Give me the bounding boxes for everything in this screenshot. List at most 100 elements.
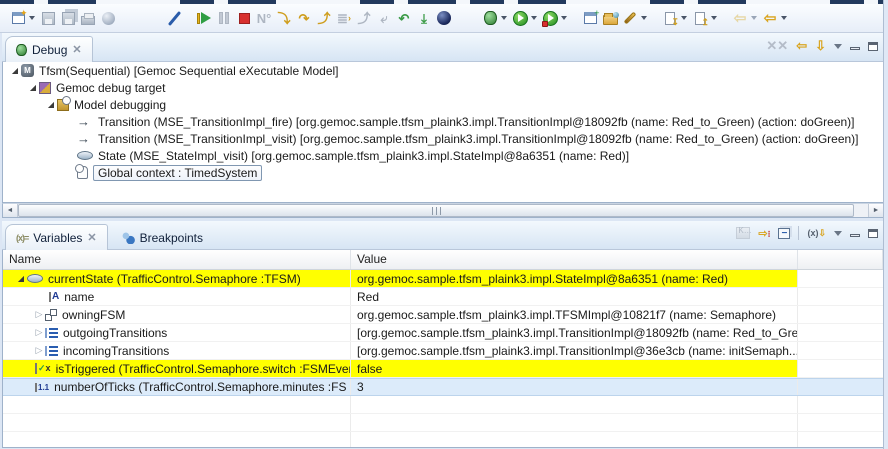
column-header-name[interactable]: Name: [3, 250, 351, 269]
drop-to-frame-icon[interactable]: ⤴: [354, 8, 374, 28]
scroll-left-icon[interactable]: ◄: [3, 204, 18, 217]
variable-name: numberOfTicks (TrafficControl.Semaphore.…: [54, 380, 346, 394]
launch-ball-icon[interactable]: [98, 8, 118, 28]
variables-minimize-icon[interactable]: [850, 234, 860, 237]
variables-tabbar: (x)= Variables ✕ Breakpoints ⇨⁝ − (x)⇩: [2, 221, 884, 250]
suspend-icon[interactable]: [214, 8, 234, 28]
debug-view: Debug ✕ ✕✕ ⇦ ⇩ ◢ M Tfsm(Sequential) [Gem…: [2, 33, 884, 218]
debug-launch-dropdown-icon[interactable]: [501, 16, 507, 20]
expander-closed-icon[interactable]: ▷: [33, 345, 45, 356]
terminate-icon[interactable]: [234, 8, 254, 28]
table-row[interactable]: ▷ incomingTransitions [org.gemoc.sample.…: [3, 342, 883, 360]
skip-all-breakpoints-icon[interactable]: [164, 8, 184, 28]
step-forward-icon[interactable]: ⇩: [815, 38, 826, 54]
tab-variables[interactable]: (x)= Variables ✕: [5, 224, 108, 250]
step-over-icon[interactable]: ↷: [294, 8, 314, 28]
debug-launch-icon[interactable]: [480, 8, 500, 28]
variables-view-menu-icon[interactable]: [834, 231, 842, 236]
run-launch-dropdown-icon[interactable]: [531, 16, 537, 20]
external-tools-icon[interactable]: [540, 8, 560, 28]
save-icon[interactable]: [38, 8, 58, 28]
disconnect-icon[interactable]: N°: [254, 8, 274, 28]
tree-row[interactable]: ◢ Model debugging: [3, 96, 883, 113]
variables-table: Name Value ◢ currentState (TrafficContro…: [2, 250, 884, 448]
tree-row selected[interactable]: Global context : TimedSystem: [3, 164, 883, 181]
forward-nav-dropdown-icon[interactable]: [751, 16, 757, 20]
redo-step-icon[interactable]: ⤓: [414, 8, 434, 28]
expander-open-icon[interactable]: ◢: [45, 100, 57, 109]
column-header-value[interactable]: Value: [351, 250, 798, 269]
external-tools-dropdown-icon[interactable]: [561, 16, 567, 20]
forward-nav-icon[interactable]: ⇦: [730, 8, 750, 28]
expander-closed-icon[interactable]: ▷: [33, 309, 45, 320]
variable-name: name: [64, 290, 94, 304]
variable-value: org.gemoc.sample.tfsm_plaink3.impl.State…: [357, 272, 728, 286]
remove-all-terminated-icon[interactable]: ✕✕: [766, 38, 788, 54]
print-icon[interactable]: [78, 8, 98, 28]
debug-tree: ◢ M Tfsm(Sequential) [Gemoc Sequential e…: [2, 62, 884, 203]
expander-closed-icon[interactable]: ▷: [33, 327, 45, 338]
expander-open-icon[interactable]: ◢: [27, 83, 39, 92]
step-into-icon[interactable]: ⤵: [274, 8, 294, 28]
back-nav-icon[interactable]: ⇦: [760, 8, 780, 28]
debug-view-menu-icon[interactable]: [834, 44, 842, 49]
step-backward-icon[interactable]: ⇦: [796, 38, 807, 54]
show-type-names-icon[interactable]: [736, 227, 750, 239]
table-row[interactable]: ▷ owningFSM org.gemoc.sample.tfsm_plaink…: [3, 306, 883, 324]
table-row[interactable]: ▷ outgoingTransitions [org.gemoc.sample.…: [3, 324, 883, 342]
highlighter-dropdown-icon[interactable]: [641, 16, 647, 20]
variable-value: false: [357, 362, 382, 376]
tab-debug[interactable]: Debug ✕: [5, 36, 93, 62]
save-all-icon[interactable]: [58, 8, 78, 28]
debug-horizontal-scrollbar[interactable]: ◄ ►: [2, 203, 884, 218]
resume-icon[interactable]: [194, 8, 214, 28]
debug-maximize-icon[interactable]: [868, 42, 878, 51]
expander-open-icon[interactable]: ◢: [15, 274, 27, 283]
scrollbar-thumb[interactable]: [18, 204, 854, 217]
numeric-attribute-icon: 1.1: [35, 383, 49, 392]
tab-breakpoints[interactable]: Breakpoints: [111, 224, 214, 250]
tab-variables-close-icon[interactable]: ✕: [87, 231, 96, 244]
variables-view-toolbar: ⇨⁝ − (x)⇩: [736, 226, 878, 240]
tree-row[interactable]: ◢ Gemoc debug target: [3, 79, 883, 96]
use-step-filters-icon[interactable]: ≣›: [334, 8, 354, 28]
tab-debug-close-icon[interactable]: ✕: [72, 43, 81, 56]
next-edit-location-icon[interactable]: [690, 8, 710, 28]
back-nav-dropdown-icon[interactable]: [781, 16, 787, 20]
tree-row[interactable]: State (MSE_StateImpl_visit) [org.gemoc.s…: [3, 147, 883, 164]
new-wizard-dropdown-icon[interactable]: [29, 16, 35, 20]
last-edit-location-icon[interactable]: [660, 8, 680, 28]
table-row[interactable]: ✓x isTriggered (TrafficControl.Semaphore…: [3, 360, 883, 378]
new-modeling-wizard-icon[interactable]: +: [580, 8, 600, 28]
new-wizard-icon[interactable]: ✦: [8, 8, 28, 28]
last-edit-dropdown-icon[interactable]: [681, 16, 687, 20]
web-globe-icon[interactable]: [434, 8, 454, 28]
expander-open-icon[interactable]: ◢: [9, 66, 21, 75]
debug-minimize-icon[interactable]: [850, 47, 860, 50]
variable-name: currentState (TrafficControl.Semaphore :…: [48, 272, 301, 286]
tab-debug-label: Debug: [32, 43, 67, 57]
highlighter-icon[interactable]: [620, 8, 640, 28]
watch-expression-icon[interactable]: (x)⇩: [807, 228, 826, 239]
step-back-icon[interactable]: ⤶: [374, 8, 394, 28]
tree-row-label: Model debugging: [74, 98, 166, 112]
run-launch-icon[interactable]: [510, 8, 530, 28]
next-edit-dropdown-icon[interactable]: [711, 16, 717, 20]
column-header-empty: [798, 250, 883, 269]
main-toolbar: ✦ N° ⤵ ↷ ⤴ ≣› ⤴ ⤶ ↶ ⤓ + ⇦ ⇦: [0, 4, 888, 33]
undo-step-icon[interactable]: ↶: [394, 8, 414, 28]
variables-maximize-icon[interactable]: [868, 229, 878, 238]
tab-breakpoints-label: Breakpoints: [140, 231, 203, 245]
table-row[interactable]: A name Red: [3, 288, 883, 306]
tree-row[interactable]: ◢ M Tfsm(Sequential) [Gemoc Sequential e…: [3, 62, 883, 79]
table-row[interactable]: 1.1 numberOfTicks (TrafficControl.Semaph…: [3, 378, 883, 396]
show-logical-structure-icon[interactable]: ⇨⁝: [758, 227, 770, 240]
tree-row[interactable]: → Transition (MSE_TransitionImpl_visit) …: [3, 130, 883, 147]
collapse-all-icon[interactable]: −: [778, 228, 790, 239]
scroll-right-icon[interactable]: ►: [868, 204, 883, 217]
variable-value: [org.gemoc.sample.tfsm_plaink3.impl.Tran…: [357, 326, 798, 340]
step-return-icon[interactable]: ⤴: [314, 8, 334, 28]
table-row[interactable]: ◢ currentState (TrafficControl.Semaphore…: [3, 270, 883, 288]
tree-row[interactable]: → Transition (MSE_TransitionImpl_fire) […: [3, 113, 883, 130]
open-folder-icon[interactable]: [600, 8, 620, 28]
